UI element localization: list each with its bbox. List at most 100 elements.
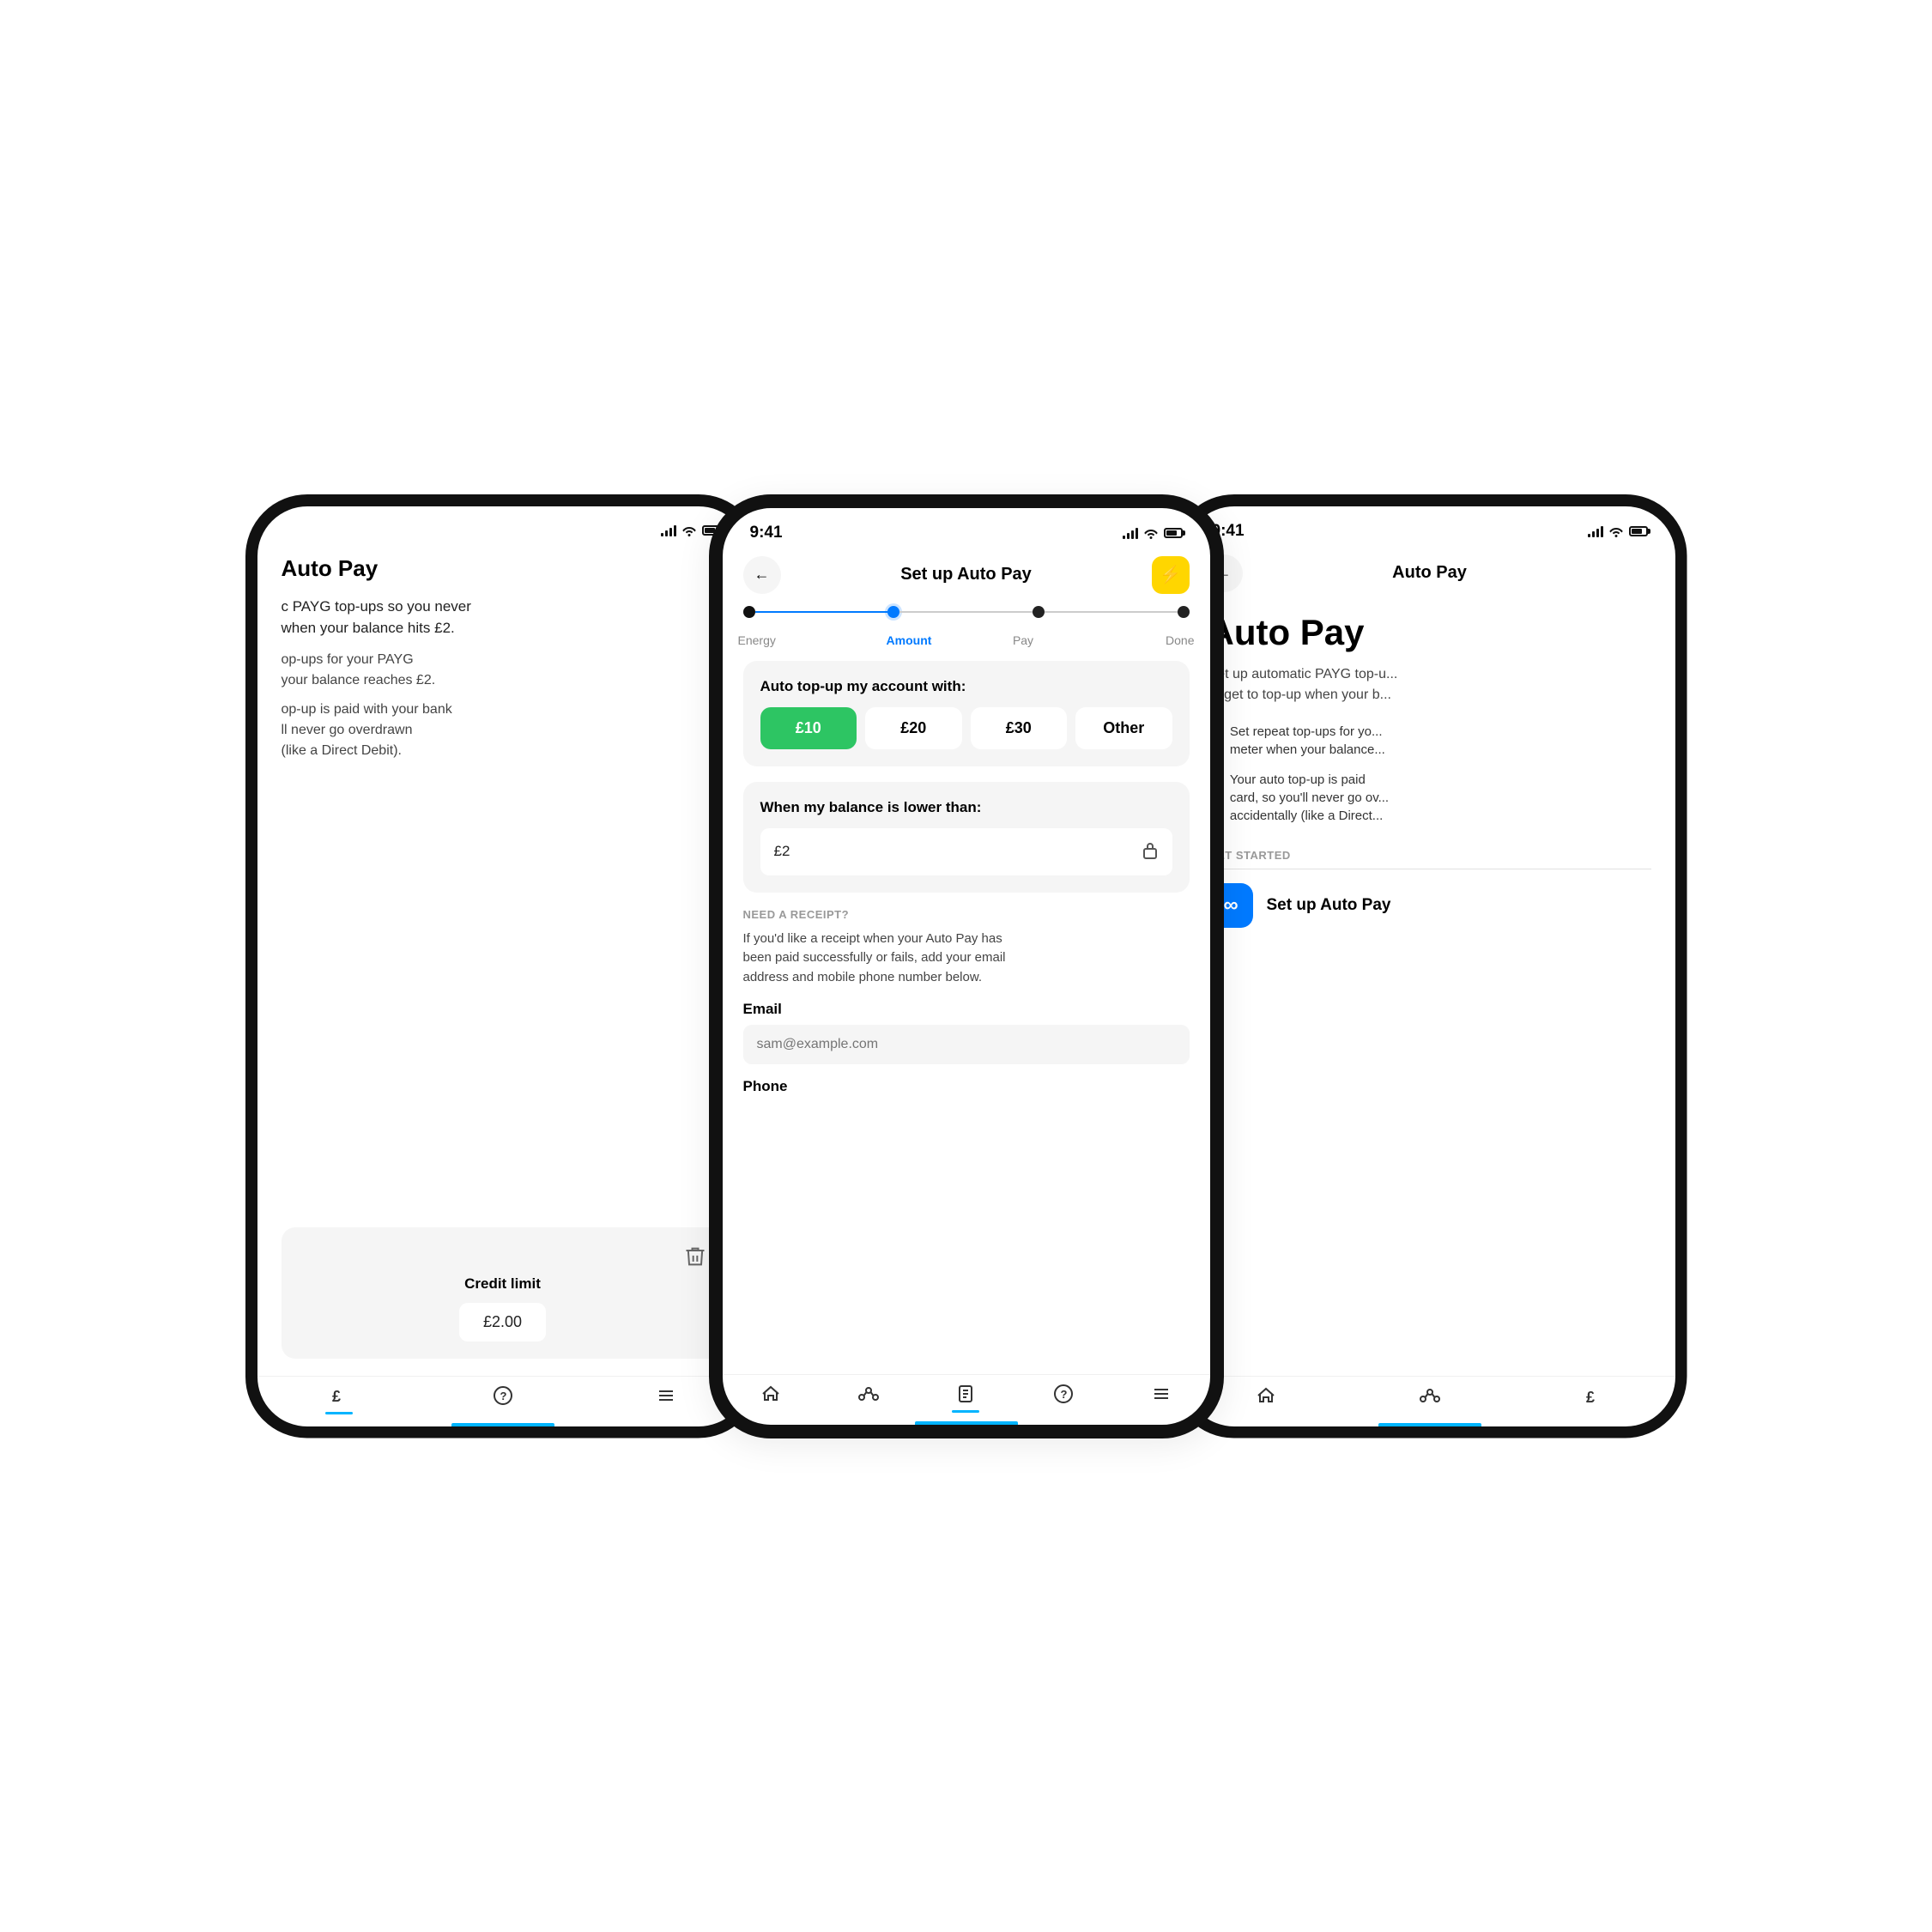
menu-nav-icon [656,1385,676,1406]
balance-section: When my balance is lower than: £2 [743,782,1190,893]
center-nav-network[interactable] [820,1385,918,1402]
amount-btn-20[interactable]: £20 [865,707,962,749]
step-labels: Energy Amount Pay Done [723,630,1210,661]
signal-icon [661,524,676,536]
page-title: Set up Auto Pay [781,565,1152,584]
right-phone: 9:41 ← [1172,494,1687,1438]
wifi-icon [681,524,697,536]
svg-text:?: ? [500,1390,506,1402]
left-desc-3: op-up is paid with your bank ll never go… [282,700,724,761]
left-desc-1: c PAYG top-ups so you never when your ba… [282,596,724,639]
step-label-energy: Energy [738,633,852,647]
center-wifi-icon [1143,527,1159,539]
lock-icon [1142,840,1159,863]
step-bar [723,606,1210,630]
email-label: Email [743,1001,1190,1018]
back-button[interactable]: ← [743,556,781,594]
receipt-heading: NEED A RECEIPT? [743,908,1190,921]
balance-input-row: £2 [760,828,1172,875]
svg-text:£: £ [1586,1389,1595,1406]
right-header: ← Auto Pay [1184,548,1675,604]
center-bottom-nav: ? [723,1374,1210,1425]
svg-text:?: ? [1061,1388,1068,1401]
center-status-bar: 9:41 [723,508,1210,549]
check-text-2: Your auto top-up is paid card, so you'll… [1230,771,1389,825]
nav-item-help[interactable]: ? [421,1385,584,1406]
right-network-icon [1418,1387,1442,1404]
left-status-bar: 9:41 [257,506,748,547]
scene: 9:41 Auto Pay c PAYG top-ups so y [0,0,1932,1932]
step-dot-amount [887,606,899,618]
auto-topup-title: Auto top-up my account with: [760,678,1172,695]
amount-btn-30[interactable]: £30 [971,707,1068,749]
setup-btn-label: Set up Auto Pay [1267,896,1391,915]
home-icon [760,1384,781,1404]
left-bottom-nav: £ ? [257,1376,748,1426]
setup-autopay-button[interactable]: ∞ Set up Auto Pay [1208,883,1651,928]
check-text-1: Set repeat top-ups for yo... meter when … [1230,723,1385,759]
phone-label: Phone [743,1078,1190,1095]
right-bottom-nav: £ [1184,1376,1675,1426]
right-status-icons [1588,525,1648,537]
receipt-text: If you'd like a receipt when your Auto P… [743,930,1190,988]
step-label-done: Done [1081,633,1195,647]
nav-item-pound[interactable]: £ [257,1385,421,1406]
auto-topup-section: Auto top-up my account with: £10 £20 £30… [743,661,1190,766]
check-item-2: ✓ Your auto top-up is paid card, so you'… [1208,771,1651,825]
center-battery-icon [1164,528,1183,538]
amount-btn-other[interactable]: Other [1075,707,1172,749]
check-list: ✓ Set repeat top-ups for yo... meter whe… [1208,723,1651,825]
right-content: Auto Pay Set up automatic PAYG top-u... … [1184,604,1675,1376]
right-battery-icon [1629,526,1648,536]
balance-label: When my balance is lower than: [760,799,1172,816]
right-home-icon [1256,1385,1276,1406]
left-desc-2: op-ups for your PAYG your balance reache… [282,650,724,691]
step-line-3 [1045,611,1178,613]
left-content: Auto Pay c PAYG top-ups so you never whe… [257,547,748,1376]
right-nav-pound[interactable]: £ [1511,1385,1675,1406]
step-dot-done [1178,606,1190,618]
step-line-2 [899,611,1033,613]
credit-card: Credit limit £2.00 [282,1227,724,1359]
step-dot-pay [1033,606,1045,618]
home-indicator-left [451,1423,554,1426]
email-input[interactable] [743,1025,1190,1064]
right-main-title: Auto Pay [1208,613,1651,652]
help-nav-icon: ? [493,1385,513,1406]
left-status-icons [661,524,721,536]
center-nav-help[interactable]: ? [1014,1384,1112,1404]
right-nav-network[interactable] [1348,1387,1511,1404]
center-nav-menu[interactable] [1112,1384,1210,1404]
amount-btn-10[interactable]: £10 [760,707,857,749]
center-nav-meter[interactable] [918,1384,1015,1404]
lightning-icon: ⚡ [1160,564,1181,585]
right-pound-icon: £ [1583,1385,1603,1406]
center-body: Auto top-up my account with: £10 £20 £30… [723,661,1210,1374]
menu-icon [1151,1384,1172,1404]
center-header: ← Set up Auto Pay ⚡ [723,549,1210,606]
trash-icon[interactable] [683,1245,707,1269]
home-indicator-right [1378,1423,1481,1426]
balance-value: £2 [774,843,790,860]
amount-options: £10 £20 £30 Other [760,707,1172,749]
center-time: 9:41 [750,524,783,542]
center-signal-icon [1123,527,1138,539]
right-page-title: Auto Pay [1243,563,1617,583]
step-line-1 [755,611,888,613]
center-nav-home[interactable] [723,1384,821,1404]
left-phone-title: Auto Pay [282,555,724,582]
home-indicator-center [915,1421,1018,1425]
right-status-bar: 9:41 [1184,506,1675,548]
lightning-button[interactable]: ⚡ [1152,556,1190,594]
credit-label: Credit limit [464,1275,541,1293]
network-icon [857,1385,881,1402]
step-label-amount: Amount [852,633,966,647]
center-status-icons [1123,527,1183,539]
right-signal-icon [1588,525,1603,537]
right-description: Set up automatic PAYG top-u... forget to… [1208,664,1651,706]
check-item-1: ✓ Set repeat top-ups for yo... meter whe… [1208,723,1651,759]
center-phone: 9:41 ← [709,494,1224,1438]
get-started-label: GET STARTED [1208,849,1651,862]
right-wifi-icon [1608,525,1624,537]
meter-icon [955,1384,976,1404]
